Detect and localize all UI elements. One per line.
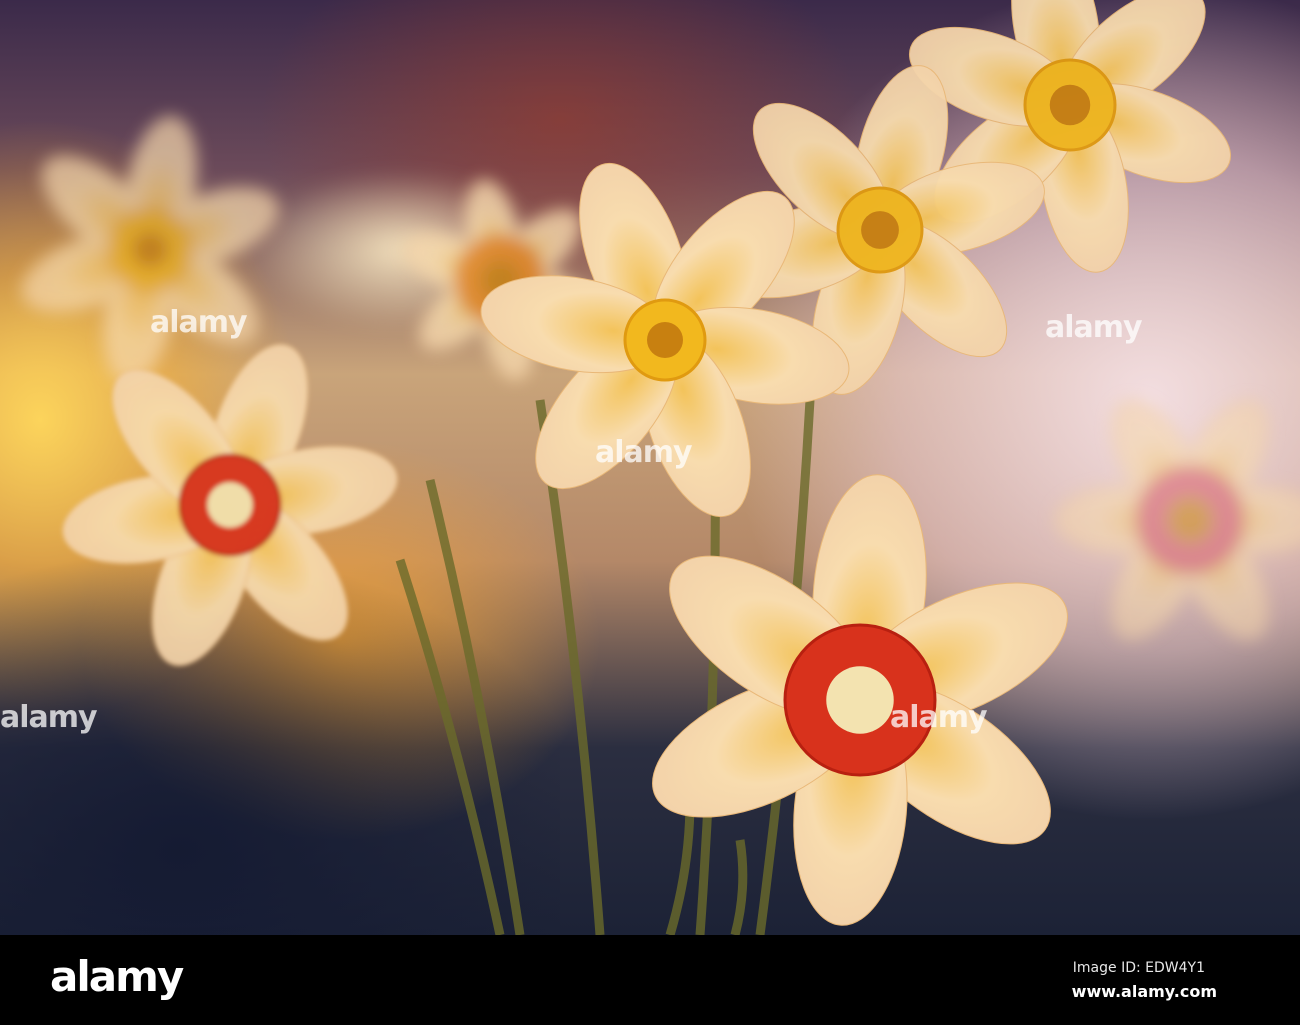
- site-url: www.alamy.com: [1071, 982, 1217, 1001]
- corona-center: [861, 211, 899, 249]
- daffodil-photo: alamy alamy alamy alamy alamy: [0, 0, 1300, 935]
- alamy-logo: alamy: [50, 952, 184, 1001]
- corona-center: [1165, 495, 1215, 545]
- watermark: alamy: [595, 435, 693, 470]
- corona-center: [647, 322, 683, 358]
- daffodil-flower: [62, 343, 398, 667]
- daffodil-flower: [1053, 399, 1300, 641]
- daffodil-flower: [21, 115, 279, 385]
- corona-center: [132, 232, 168, 268]
- stem: [730, 839, 748, 935]
- corona-center: [1049, 84, 1091, 126]
- watermark: alamy: [1045, 310, 1143, 345]
- footer-bar: [0, 935, 1300, 1025]
- image-id: Image ID: EDW4Y1: [1072, 960, 1205, 976]
- watermark: alamy: [150, 305, 248, 340]
- stem: [665, 799, 695, 935]
- watermark: alamy: [0, 700, 98, 735]
- corona-center: [207, 482, 253, 528]
- daffodil-flower: [652, 474, 1068, 926]
- watermark: alamy: [890, 700, 988, 735]
- corona-center: [826, 666, 894, 734]
- stem: [695, 449, 720, 935]
